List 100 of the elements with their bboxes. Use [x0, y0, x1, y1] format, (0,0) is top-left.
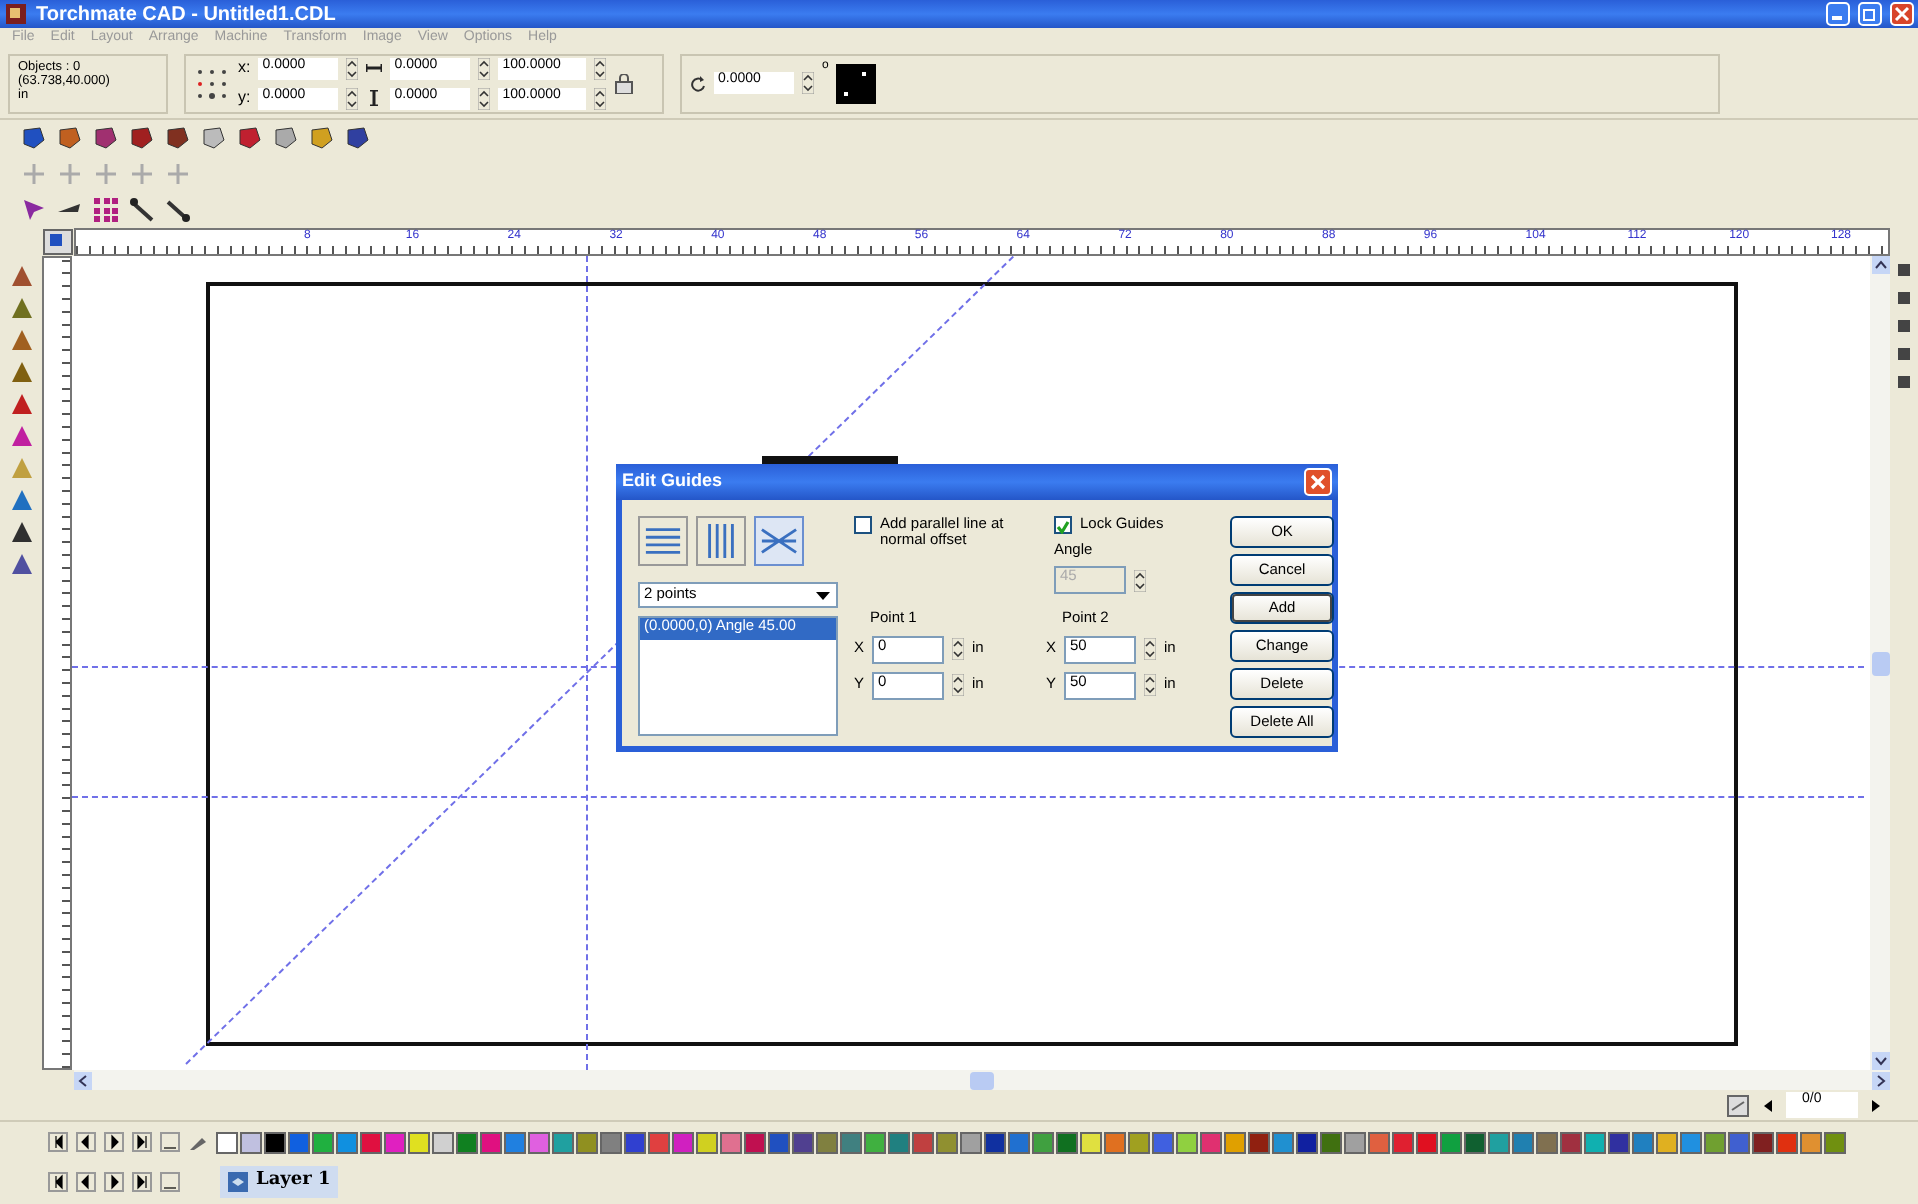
spin-buttons[interactable]	[1144, 674, 1157, 696]
color-swatch[interactable]	[432, 1131, 454, 1153]
color-swatch[interactable]	[480, 1131, 502, 1153]
color-swatch[interactable]	[216, 1131, 238, 1153]
color-swatch[interactable]	[600, 1131, 622, 1153]
grid-icon[interactable]	[92, 196, 120, 224]
color-swatch[interactable]	[240, 1131, 262, 1153]
color-swatch[interactable]	[1512, 1131, 1534, 1153]
color-swatch[interactable]	[816, 1131, 838, 1153]
previous-icon[interactable]	[76, 1132, 96, 1152]
color-swatch[interactable]	[1128, 1131, 1150, 1153]
node-icon[interactable]	[128, 196, 156, 224]
color-swatch[interactable]	[768, 1131, 790, 1153]
spin-buttons[interactable]	[952, 638, 965, 660]
guide-mode-button[interactable]	[754, 516, 804, 566]
anchor-grid-icon[interactable]	[194, 65, 230, 101]
color-swatch[interactable]	[1344, 1131, 1366, 1153]
color-swatch[interactable]	[1704, 1131, 1726, 1153]
lock-icon[interactable]	[614, 73, 635, 93]
color-swatch[interactable]	[576, 1131, 598, 1153]
color-swatch[interactable]	[1248, 1131, 1270, 1153]
scroll-right-icon[interactable]	[1872, 1071, 1890, 1089]
color-swatch[interactable]	[552, 1131, 574, 1153]
color-swatch[interactable]	[936, 1131, 958, 1153]
horizontal-scrollbar[interactable]	[74, 1070, 1890, 1090]
first-icon[interactable]	[48, 1132, 68, 1152]
scroll-up-icon[interactable]	[1871, 256, 1889, 274]
last-icon[interactable]	[132, 1172, 152, 1192]
color-swatch[interactable]	[1656, 1131, 1678, 1153]
color-swatch[interactable]	[1320, 1131, 1342, 1153]
guide-mode-button[interactable]	[638, 516, 688, 566]
color-swatch[interactable]	[984, 1131, 1006, 1153]
layer-tab[interactable]: Layer 1	[220, 1166, 339, 1198]
color-swatch[interactable]	[1440, 1131, 1462, 1153]
spin-buttons[interactable]	[346, 87, 359, 109]
previous-icon[interactable]	[76, 1172, 96, 1192]
color-swatch[interactable]	[336, 1131, 358, 1153]
color-swatch[interactable]	[912, 1131, 934, 1153]
color-swatch[interactable]	[888, 1131, 910, 1153]
color-swatch[interactable]	[1056, 1131, 1078, 1153]
guide-mode-button[interactable]	[696, 516, 746, 566]
color-swatch[interactable]	[1176, 1131, 1198, 1153]
next-icon[interactable]	[104, 1172, 124, 1192]
color-swatch[interactable]	[456, 1131, 478, 1153]
color-swatch[interactable]	[504, 1131, 526, 1153]
scroll-thumb[interactable]	[970, 1071, 994, 1089]
color-swatch[interactable]	[1488, 1131, 1510, 1153]
spin-buttons[interactable]	[802, 72, 814, 94]
color-swatch[interactable]	[1560, 1131, 1582, 1153]
color-swatch[interactable]	[1608, 1131, 1630, 1153]
scroll-down-icon[interactable]	[1871, 1052, 1889, 1070]
color-swatch[interactable]	[1680, 1131, 1702, 1153]
color-swatch[interactable]	[1464, 1131, 1486, 1153]
color-swatch[interactable]	[360, 1131, 382, 1153]
color-swatch[interactable]	[960, 1131, 982, 1153]
color-swatch[interactable]	[744, 1131, 766, 1153]
spin-buttons[interactable]	[1144, 638, 1157, 660]
spin-buttons[interactable]	[952, 674, 965, 696]
dropdown-icon[interactable]	[814, 586, 832, 604]
color-swatch[interactable]	[1776, 1131, 1798, 1153]
close-icon[interactable]	[1304, 468, 1332, 496]
scroll-thumb[interactable]	[1871, 651, 1889, 675]
color-swatch[interactable]	[1584, 1131, 1606, 1153]
node-icon[interactable]	[164, 196, 192, 224]
color-swatch[interactable]	[672, 1131, 694, 1153]
color-swatch[interactable]	[1416, 1131, 1438, 1153]
color-swatch[interactable]	[1032, 1131, 1054, 1153]
color-swatch[interactable]	[1392, 1131, 1414, 1153]
triangle-icon[interactable]	[9, 296, 33, 320]
color-swatch[interactable]	[1152, 1131, 1174, 1153]
eyedropper-icon[interactable]	[188, 1132, 208, 1152]
checkbox[interactable]	[854, 516, 872, 534]
color-swatch[interactable]	[1632, 1131, 1654, 1153]
color-swatch[interactable]	[1008, 1131, 1030, 1153]
color-swatch[interactable]	[1272, 1131, 1294, 1153]
color-swatch[interactable]	[1824, 1131, 1846, 1153]
color-swatch[interactable]	[312, 1131, 334, 1153]
color-swatch[interactable]	[264, 1131, 286, 1153]
close-icon[interactable]	[1890, 2, 1914, 26]
color-swatch[interactable]	[1800, 1131, 1822, 1153]
pointer-icon[interactable]	[20, 196, 48, 224]
triangle-icon[interactable]	[9, 328, 33, 352]
color-swatch[interactable]	[384, 1131, 406, 1153]
checkbox[interactable]	[1054, 516, 1072, 534]
color-swatch[interactable]	[1752, 1131, 1774, 1153]
next-icon[interactable]	[104, 1132, 124, 1152]
color-swatch[interactable]	[1104, 1131, 1126, 1153]
more-icon[interactable]	[160, 1172, 180, 1192]
color-swatch[interactable]	[624, 1131, 646, 1153]
color-swatch[interactable]	[840, 1131, 862, 1153]
color-swatch[interactable]	[1728, 1131, 1750, 1153]
last-icon[interactable]	[132, 1132, 152, 1152]
color-swatch[interactable]	[792, 1131, 814, 1153]
color-swatch[interactable]	[288, 1131, 310, 1153]
first-icon[interactable]	[48, 1172, 68, 1192]
color-swatch[interactable]	[1080, 1131, 1102, 1153]
more-icon[interactable]	[160, 1132, 180, 1152]
spin-buttons[interactable]	[346, 57, 359, 79]
color-swatch[interactable]	[528, 1131, 550, 1153]
color-swatch[interactable]	[696, 1131, 718, 1153]
